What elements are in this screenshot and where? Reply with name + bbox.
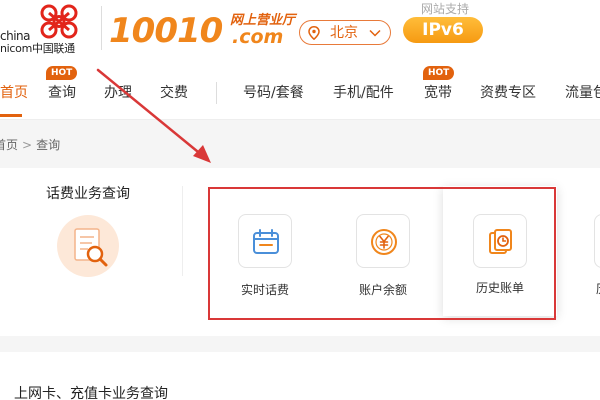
brand-number[interactable]: 10010 (109, 13, 223, 49)
city-selector[interactable]: 北京 (299, 20, 391, 45)
section2-title: 上网卡、充值卡业务查询 (14, 386, 168, 400)
nav-item-handle[interactable]: 办理 (104, 84, 132, 102)
unicom-knot-logo[interactable] (36, 2, 82, 42)
nav-item-number-plan[interactable]: 号码/套餐 (243, 84, 304, 102)
location-pin-icon (308, 26, 320, 40)
logo-text-unicom: nicom中国联通 (0, 42, 75, 55)
breadcrumb-separator: > (22, 138, 33, 152)
city-name: 北京 (330, 25, 358, 41)
breadcrumb-home[interactable]: 首页 (0, 138, 18, 152)
brand-domain: .com (232, 26, 284, 48)
nav-item-pay[interactable]: 交费 (160, 84, 188, 102)
logo-text-china: china (0, 29, 31, 43)
nav-item-home[interactable]: 首页 (0, 84, 28, 102)
nav-item-tariff[interactable]: 资费专区 (480, 84, 536, 102)
hot-badge-query: HOT (46, 66, 78, 80)
ipv6-badge: IPv6 (403, 17, 483, 43)
nav-item-data-pack[interactable]: 流量包 (565, 84, 600, 102)
logo-divider (101, 6, 102, 50)
main-nav: 首页 HOT 查询 办理 交费 号码/套餐 手机/配件 HOT 宽带 资费专区 … (0, 66, 600, 120)
breadcrumb-current: 查询 (36, 138, 61, 152)
next-service-label[interactable]: 历 (596, 282, 600, 296)
nav-item-broadband[interactable]: 宽带 (424, 84, 452, 102)
ipv6-support-label: 网站支持 (421, 2, 470, 16)
bill-search-icon (57, 215, 119, 277)
hot-badge-broadband: HOT (423, 66, 455, 80)
site-header: china nicom中国联通 10010 网上营业厅 .com 北京 网站支持… (0, 0, 600, 68)
annotation-frame (208, 187, 556, 320)
nav-active-indicator (0, 114, 22, 117)
nav-separator (216, 82, 217, 104)
breadcrumb: 首页 > 查询 (0, 138, 60, 152)
category-divider (182, 186, 183, 276)
chevron-down-icon (369, 29, 381, 37)
nav-item-phones[interactable]: 手机/配件 (333, 84, 394, 102)
next-service-button[interactable] (594, 214, 600, 268)
nav-item-query[interactable]: 查询 (48, 84, 76, 102)
category-title: 话费业务查询 (46, 186, 130, 202)
